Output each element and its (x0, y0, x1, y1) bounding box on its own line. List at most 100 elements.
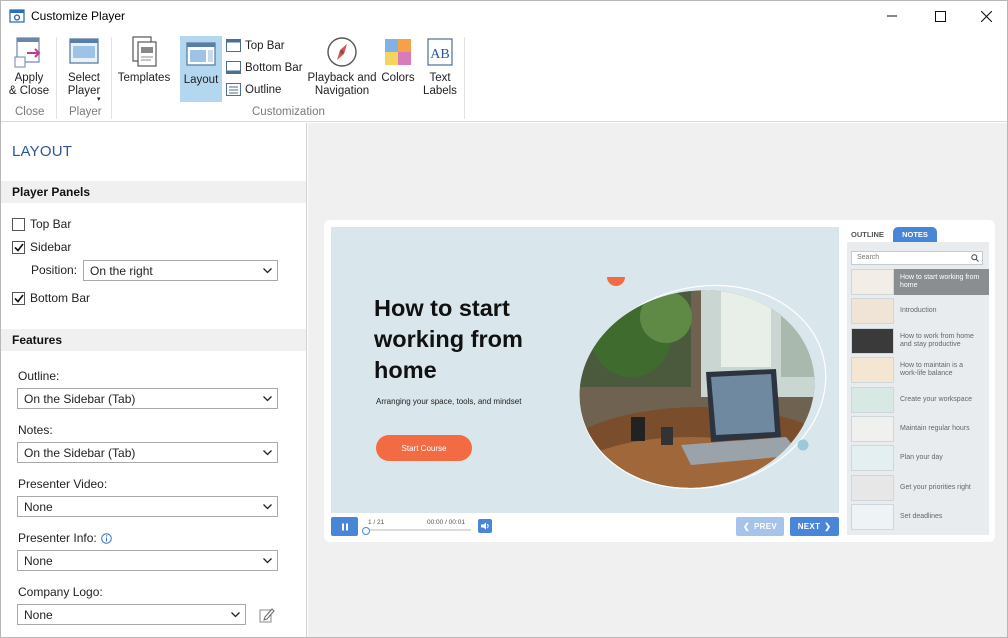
outline-select[interactable]: On the Sidebar (Tab) (17, 388, 278, 409)
notes-select-value: On the Sidebar (Tab) (24, 446, 136, 460)
layout-label: Layout (183, 74, 219, 86)
sidebar-checkbox[interactable]: Sidebar (12, 240, 71, 254)
chevron-right-icon: ❯ (824, 522, 832, 531)
playback-navigation-button[interactable]: Playback and Navigation (306, 35, 378, 98)
close-icon (980, 10, 992, 22)
outline-select-value: On the Sidebar (Tab) (24, 392, 136, 406)
chevron-down-icon (263, 558, 272, 564)
tab-outline[interactable]: OUTLINE (851, 230, 884, 239)
position-label: Position: (31, 263, 78, 277)
outline-item[interactable]: Maintain regular hours (851, 416, 989, 442)
volume-button[interactable] (478, 519, 492, 533)
speaker-icon (480, 522, 489, 530)
text-labels-button[interactable]: AB Text Labels (421, 35, 459, 98)
ribbon-separator (464, 37, 465, 119)
edit-logo-icon[interactable] (259, 607, 275, 623)
dropdown-arrow-icon: ▾ (97, 96, 101, 103)
slide-thumbnail (851, 357, 894, 384)
minimize-icon (887, 15, 897, 17)
progress-track[interactable] (365, 529, 471, 531)
minimize-button[interactable] (869, 1, 915, 31)
presenter-info-select[interactable]: None (17, 550, 278, 571)
chevron-down-icon (263, 450, 272, 456)
outline-item-label: Introduction (900, 307, 937, 315)
outline-item[interactable]: How to start working from home (851, 269, 989, 295)
player-panels-header: Player Panels (1, 181, 306, 203)
chevron-left-icon: ❮ (742, 522, 750, 531)
notes-select[interactable]: On the Sidebar (Tab) (17, 442, 278, 463)
next-button[interactable]: NEXT ❯ (790, 517, 839, 536)
slide-thumbnail (851, 416, 894, 442)
title-bar: Customize Player (1, 1, 1007, 31)
outline-item[interactable]: How to maintain is a work-life balance (851, 357, 989, 384)
select-player-button[interactable]: Select Player ▾ (61, 35, 107, 103)
top-bar-checkbox-label: Top Bar (30, 217, 72, 231)
progress-handle[interactable] (362, 527, 370, 535)
start-course-button[interactable]: Start Course (376, 435, 472, 461)
ribbon-separator (111, 37, 112, 119)
pause-button[interactable] (331, 517, 358, 536)
colors-label: Colors (381, 72, 415, 84)
sidebar-checkbox-label: Sidebar (30, 240, 72, 254)
chevron-down-icon (263, 268, 272, 274)
window-title: Customize Player (31, 9, 126, 23)
colors-button[interactable]: Colors (379, 35, 417, 85)
tab-notes[interactable]: NOTES (893, 227, 937, 242)
presenter-video-select[interactable]: None (17, 496, 278, 517)
outline-item-label: Create your workspace (900, 395, 972, 403)
search-placeholder: Search (857, 254, 880, 261)
slide-thumbnail (851, 474, 894, 501)
slide-thumbnail (851, 269, 894, 295)
group-label-player: Player (69, 106, 102, 118)
app-gear-icon (9, 9, 25, 23)
next-label: NEXT (797, 522, 821, 531)
select-player-label: Select Player (67, 72, 101, 97)
company-logo-value: None (24, 608, 53, 622)
chevron-down-icon (263, 504, 272, 510)
bottom-bar-checkbox-label: Bottom Bar (30, 291, 91, 305)
top-bar-checkbox[interactable]: Top Bar (12, 217, 71, 231)
ribbon-separator (56, 37, 57, 119)
position-select[interactable]: On the right (83, 260, 278, 281)
bottom-bar-checkbox[interactable]: Bottom Bar (12, 291, 90, 305)
outline-item[interactable]: Set deadlines (851, 504, 989, 531)
search-icon (971, 254, 979, 262)
sidebar-search-input[interactable]: Search (851, 251, 983, 265)
outline-item[interactable]: Get your priorities right (851, 474, 989, 501)
templates-label: Templates (117, 72, 171, 84)
templates-button[interactable]: Templates (116, 35, 172, 85)
company-logo-select[interactable]: None (17, 604, 246, 625)
time-display: 00:00 / 00:01 (427, 519, 465, 526)
pause-icon (341, 523, 348, 530)
outline-item-label: How to work from home and stay productiv… (900, 332, 974, 348)
outline-item-label: Set deadlines (900, 513, 943, 521)
checkbox-unchecked-icon (12, 217, 25, 231)
chevron-down-icon (263, 396, 272, 402)
customize-player-window: Customize Player Apply & Close Close Sel… (0, 0, 1008, 638)
layout-button[interactable]: Layout (180, 36, 222, 102)
outline-item[interactable]: Introduction (851, 298, 989, 325)
close-window-button[interactable] (963, 1, 1007, 31)
outline-item[interactable]: Create your workspace (851, 386, 989, 413)
apply-close-label: Apply & Close (8, 72, 50, 97)
top-bar-button[interactable]: Top Bar (226, 39, 285, 52)
maximize-button[interactable] (917, 1, 963, 31)
maximize-icon (934, 10, 946, 22)
group-label-close: Close (15, 106, 45, 118)
outline-item-label: How to maintain is a work-life balance (900, 362, 964, 378)
player-window-icon (69, 38, 99, 64)
presenter-info-label: Presenter Info: (18, 531, 97, 545)
presenter-video-label: Presenter Video: (18, 477, 108, 491)
workspace-photo (571, 277, 831, 507)
info-icon[interactable] (100, 532, 112, 544)
outline-item[interactable]: Plan your day (851, 445, 989, 472)
outline-item-label: How to start working from home (900, 274, 980, 289)
outline-button[interactable]: Outline (226, 83, 281, 96)
prev-button[interactable]: ❮ PREV (736, 517, 784, 536)
layout-settings-panel: LAYOUT Player Panels Top Bar Sidebar Pos… (1, 123, 307, 637)
bottom-bar-button[interactable]: Bottom Bar (226, 61, 303, 74)
position-select-value: On the right (90, 264, 153, 278)
templates-icon (132, 36, 157, 67)
outline-item[interactable]: How to work from home and stay productiv… (851, 327, 989, 354)
apply-close-button[interactable]: Apply & Close (7, 35, 51, 98)
